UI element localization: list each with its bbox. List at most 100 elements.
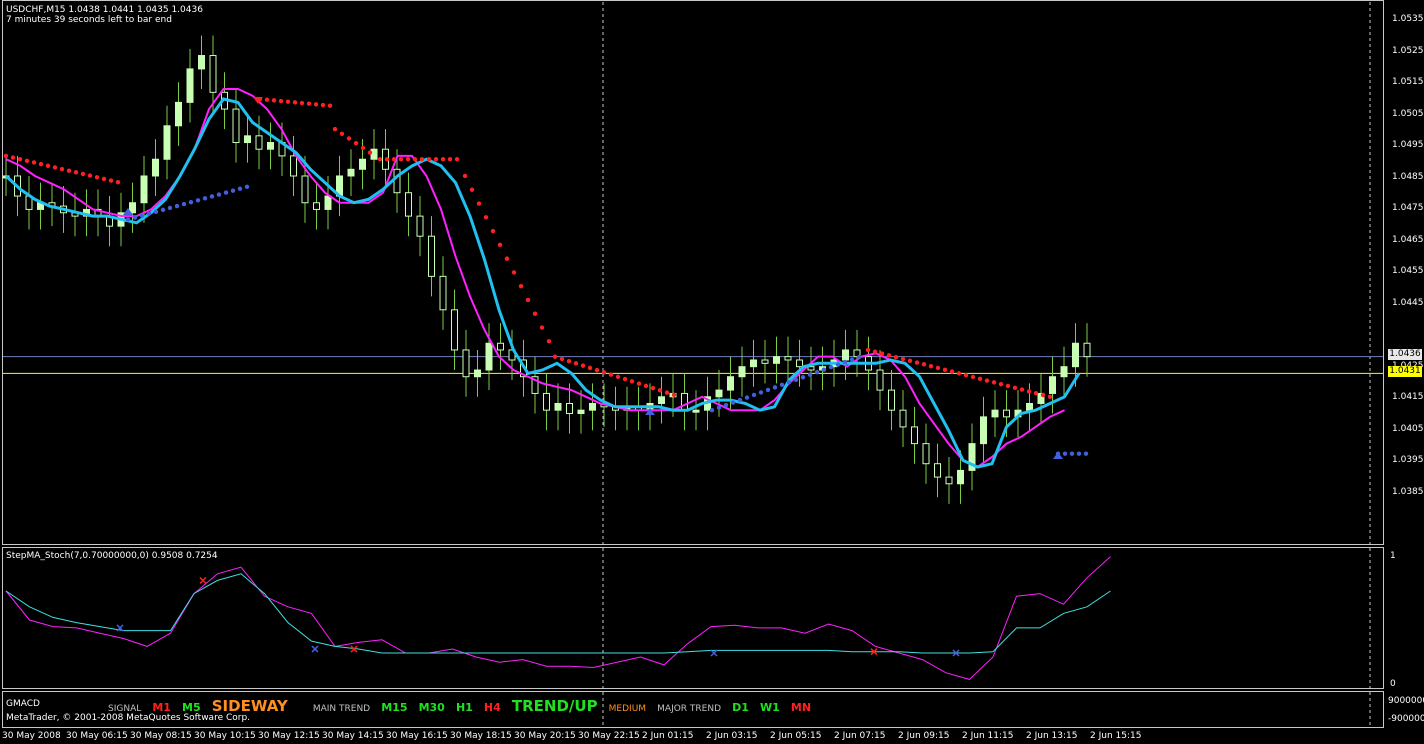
stop-dot-red (664, 390, 670, 395)
candle-body (784, 356, 792, 361)
candle-body (1003, 409, 1010, 418)
stop-dot-blue (730, 400, 736, 405)
candle-body (497, 342, 504, 351)
stop-dot-red (412, 157, 418, 162)
stop-dot-blue (167, 205, 173, 211)
stoch-axis-min: 0 (1390, 679, 1396, 689)
stop-dot-red (59, 166, 65, 172)
stop-dot-red (615, 374, 621, 380)
time-axis-label: 2 Jun 07:15 (834, 731, 886, 741)
stop-dot-red (587, 365, 593, 371)
stop-dot-red (601, 370, 607, 375)
stop-dot-red (476, 201, 482, 206)
stop-dot-blue (223, 190, 229, 195)
price-axis-label: 1.0465 (1392, 234, 1424, 245)
level-price-tag: 1.0431 (1388, 366, 1422, 377)
time-axis-label: 2 Jun 11:15 (962, 731, 1014, 741)
price-axis-label: 1.0475 (1392, 203, 1424, 213)
stop-dot-red (636, 381, 642, 386)
price-axis-label: 1.0445 (1392, 297, 1424, 308)
candle-body (888, 389, 895, 411)
stop-dot-blue (828, 364, 834, 370)
candle-body (439, 275, 447, 311)
candle-body (554, 402, 562, 411)
stop-dot-blue (174, 203, 180, 209)
stop-dot-red (292, 100, 298, 105)
candle-body (244, 135, 251, 144)
candle-body (359, 158, 366, 170)
stop-dot-red (907, 358, 913, 363)
candle-body (428, 235, 435, 277)
stop-dot-red (306, 101, 312, 106)
candle-body (1060, 366, 1068, 378)
candle-body (692, 409, 700, 413)
candle-body (462, 349, 470, 378)
stop-dot-red (17, 156, 23, 162)
candle-body (876, 369, 884, 391)
stop-dot-red (984, 378, 990, 383)
stop-dot-red (45, 163, 51, 168)
stop-dot-red (977, 376, 983, 381)
candle-body (393, 168, 401, 194)
stop-dot-red (622, 376, 628, 382)
main-m15: M15 (381, 701, 408, 714)
stop-dot-red (914, 360, 920, 365)
candle-body (301, 175, 309, 204)
candle-body (761, 359, 769, 364)
main-state: TREND/UP (511, 697, 598, 715)
bid-price-tag: 1.0436 (1388, 349, 1422, 360)
stop-dot-blue (723, 402, 729, 408)
stop-dot-red (1019, 387, 1025, 392)
stop-dot-red (525, 297, 531, 303)
stop-dot-red (87, 173, 93, 178)
candle-body (209, 55, 217, 93)
candle-body (405, 192, 412, 217)
stop-dot-blue (202, 196, 208, 201)
stop-dot-red (469, 187, 475, 192)
stop-dot-red (594, 367, 600, 373)
stop-dot-red (942, 367, 948, 372)
time-axis-label: 2 Jun 05:15 (770, 731, 822, 741)
stop-dot-red (73, 170, 79, 175)
stop-dot-red (1047, 394, 1053, 399)
stoch-title: StepMA_Stoch(7,0.70000000,0) 0.9508 0.72… (6, 551, 218, 561)
stop-dot-red (346, 136, 352, 141)
price-axis-label: 1.0505 (1392, 108, 1424, 119)
stoch-axis-max: 1 (1390, 551, 1396, 561)
stop-dot-red (391, 157, 397, 162)
candle-body (589, 402, 596, 411)
stop-dot-blue (1069, 451, 1075, 456)
stop-dot-red (31, 160, 37, 165)
stop-dot-red (1005, 383, 1011, 389)
stop-dot-blue (835, 362, 841, 367)
stop-dot-blue (716, 405, 722, 410)
stop-dot-blue (800, 375, 806, 380)
candle-body (313, 202, 320, 210)
candle-body (945, 476, 953, 485)
price-axis-label: 1.0405 (1392, 423, 1424, 434)
chart-canvas[interactable] (0, 0, 1424, 744)
stop-dot-red (285, 99, 291, 104)
candle-body (738, 366, 746, 378)
stop-dot-blue (181, 201, 187, 207)
stop-dot-red (532, 311, 538, 316)
chart-title: USDCHF,M15 1.0438 1.0441 1.0435 1.0436 (6, 5, 203, 15)
time-axis-label: 2 Jun 09:15 (898, 731, 950, 741)
stop-dot-red (462, 173, 468, 179)
stop-dot-red (566, 358, 572, 364)
stop-dot-red (935, 365, 941, 371)
candle-body (232, 108, 240, 144)
stop-dot-red (440, 157, 446, 162)
candle-body (290, 155, 297, 177)
stop-dot-red (1026, 389, 1032, 394)
candle-body (715, 389, 723, 398)
major-trend-label: MAJOR TREND (657, 704, 722, 714)
stop-dot-blue (230, 188, 236, 193)
stop-dot-red (264, 97, 270, 102)
stop-dot-blue (758, 390, 764, 395)
stop-dot-blue (737, 397, 743, 403)
time-axis-label: 30 May 2008 (2, 731, 61, 741)
stop-dot-blue (793, 377, 799, 382)
major-d1: D1 (732, 701, 749, 714)
stop-dot-red (893, 354, 899, 360)
